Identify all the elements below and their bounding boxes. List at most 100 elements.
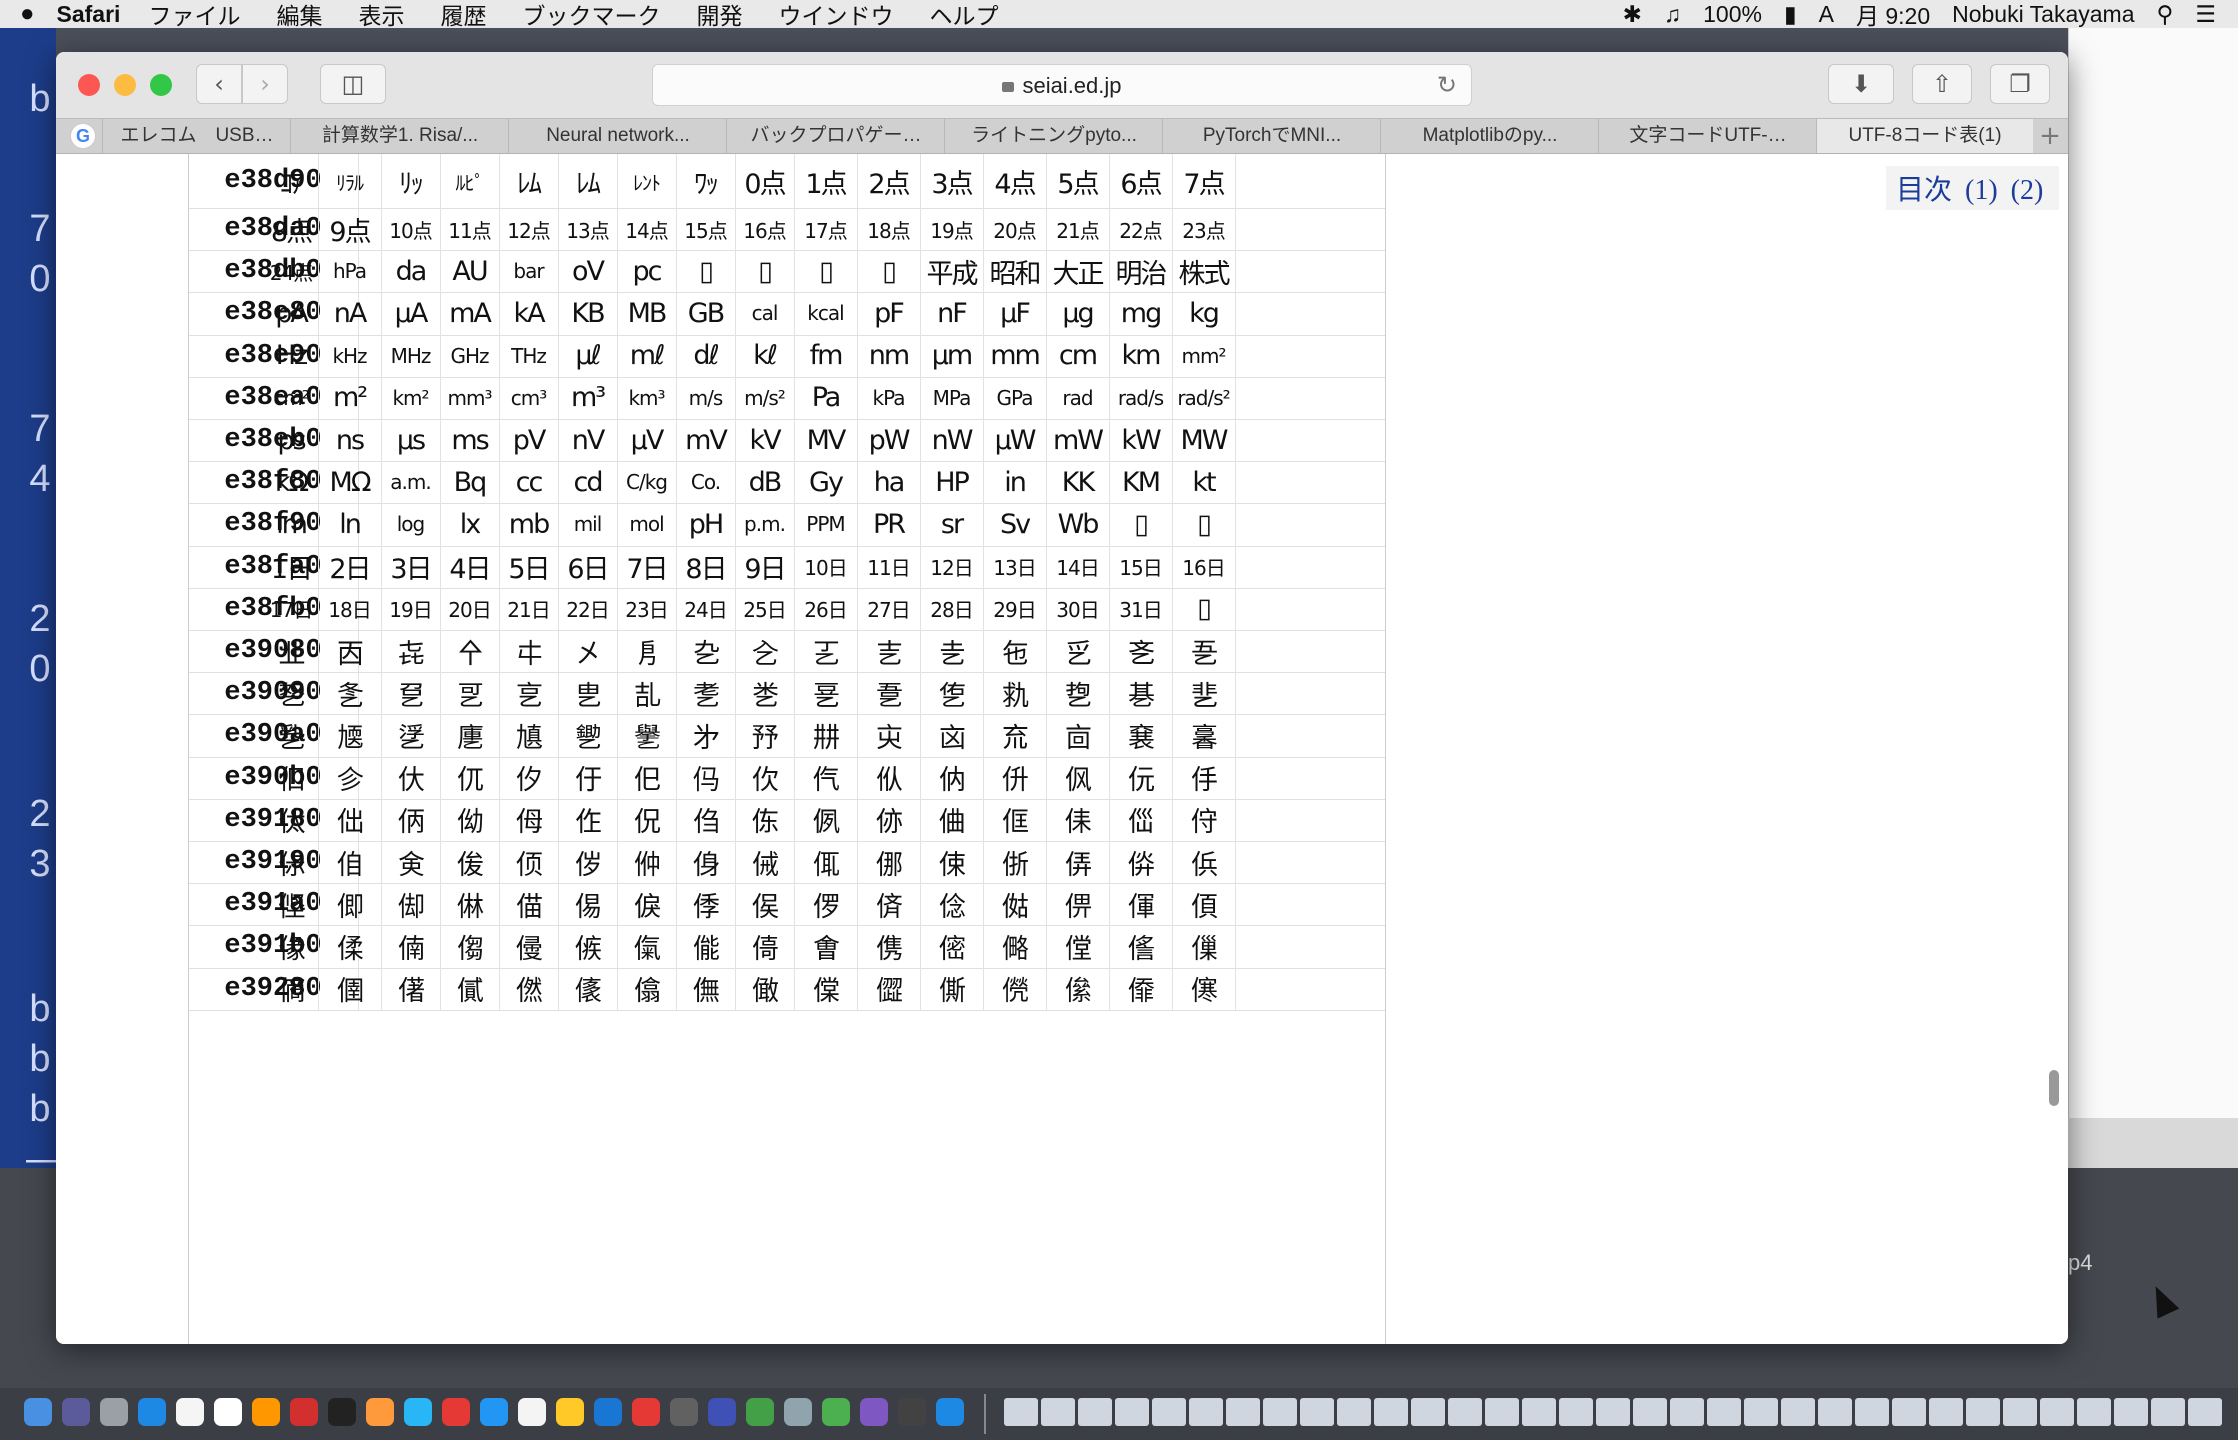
reload-icon[interactable]: ↻ [1437, 71, 1457, 99]
dock-app-icon[interactable] [860, 1398, 888, 1426]
dock-app-icon[interactable] [442, 1398, 470, 1426]
dock-app-icon[interactable] [746, 1398, 774, 1426]
apple-icon[interactable]: ● [20, 0, 35, 28]
dock-app-icon[interactable] [518, 1398, 546, 1426]
dock-app-icon[interactable] [176, 1398, 204, 1426]
dock-minimized-window[interactable] [2003, 1398, 2037, 1426]
maximize-window-button[interactable] [150, 74, 172, 96]
menu-history[interactable]: 履歴 [440, 0, 486, 31]
dock-minimized-window[interactable] [1485, 1398, 1519, 1426]
dock-app-icon[interactable] [594, 1398, 622, 1426]
tab-pytorch-mnist[interactable]: PyTorchでMNI... [1162, 119, 1381, 153]
dock-minimized-window[interactable] [1337, 1398, 1371, 1426]
dock-app-icon[interactable] [328, 1398, 356, 1426]
menu-view[interactable]: 表示 [358, 0, 404, 31]
menu-window[interactable]: ウインドウ [778, 0, 893, 31]
menu-help[interactable]: ヘルプ [929, 0, 998, 31]
dock-app-icon[interactable] [24, 1398, 52, 1426]
dock-app-icon[interactable] [100, 1398, 128, 1426]
tab-risa[interactable]: 計算数学1. Risa/... [290, 119, 509, 153]
dock-app-icon[interactable] [822, 1398, 850, 1426]
tab-matplotlib[interactable]: Matplotlibのpy... [1380, 119, 1599, 153]
dock-minimized-window[interactable] [1966, 1398, 2000, 1426]
spotlight-icon[interactable]: ⚲ [2157, 1, 2174, 28]
dock-app-icon[interactable] [632, 1398, 660, 1426]
battery-percent[interactable]: 100% [1703, 1, 1762, 28]
dock-minimized-window[interactable] [1744, 1398, 1778, 1426]
dock-minimized-window[interactable] [2114, 1398, 2148, 1426]
volume-icon[interactable]: ♫ [1664, 1, 1681, 28]
dock-minimized-window[interactable] [1300, 1398, 1334, 1426]
dock-app-icon[interactable] [556, 1398, 584, 1426]
dock-minimized-window[interactable] [1374, 1398, 1408, 1426]
dock-minimized-window[interactable] [1041, 1398, 1075, 1426]
dock-minimized-window[interactable] [1189, 1398, 1223, 1426]
dock-app-icon[interactable] [290, 1398, 318, 1426]
tab-backprop[interactable]: バックプロパゲー… [726, 119, 945, 153]
dock-app-icon[interactable] [670, 1398, 698, 1426]
forward-button[interactable]: › [242, 64, 288, 104]
close-window-button[interactable] [78, 74, 100, 96]
dock-minimized-window[interactable] [1115, 1398, 1149, 1426]
dock-minimized-window[interactable] [1781, 1398, 1815, 1426]
google-favicon-icon[interactable]: G [70, 123, 96, 149]
dock-app-icon[interactable] [404, 1398, 432, 1426]
address-bar[interactable]: seiai.ed.jp ↻ [652, 64, 1472, 106]
menu-bookmarks[interactable]: ブックマーク [522, 0, 660, 31]
dock-app-icon[interactable] [784, 1398, 812, 1426]
dock-minimized-window[interactable] [1855, 1398, 1889, 1426]
url-display[interactable]: seiai.ed.jp [653, 73, 1471, 99]
share-button[interactable]: ⇧ [1912, 64, 1972, 104]
downloads-button[interactable]: ⬇ [1828, 64, 1894, 104]
dock-app-icon[interactable] [708, 1398, 736, 1426]
dock-minimized-window[interactable] [1226, 1398, 1260, 1426]
bluetooth-icon[interactable]: ✱ [1623, 1, 1642, 28]
dock-minimized-window[interactable] [1929, 1398, 1963, 1426]
dock-minimized-window[interactable] [1707, 1398, 1741, 1426]
tab-utf-encoding[interactable]: 文字コードUTF-… [1598, 119, 1817, 153]
dock-minimized-window[interactable] [2188, 1398, 2222, 1426]
dock-minimized-window[interactable] [1818, 1398, 1852, 1426]
sidebar-toggle-button[interactable]: ◫ [320, 64, 386, 104]
dock-minimized-window[interactable] [1004, 1398, 1038, 1426]
page-scrollbar[interactable] [2049, 1070, 2059, 1106]
dock-minimized-window[interactable] [1633, 1398, 1667, 1426]
back-button[interactable]: ‹ [196, 64, 242, 104]
input-source-indicator[interactable]: A [1819, 1, 1834, 28]
app-menu[interactable]: Safari [57, 1, 121, 28]
toc-link-2[interactable]: (2) [2011, 175, 2044, 206]
dock-minimized-window[interactable] [2040, 1398, 2074, 1426]
dock-minimized-window[interactable] [1152, 1398, 1186, 1426]
dock-app-icon[interactable] [138, 1398, 166, 1426]
dock-minimized-window[interactable] [1078, 1398, 1112, 1426]
tab-elecom[interactable]: エレコム USB… [102, 119, 291, 153]
dock-app-icon[interactable] [366, 1398, 394, 1426]
background-scrollbar[interactable] [2068, 1118, 2238, 1168]
dock-minimized-window[interactable] [1411, 1398, 1445, 1426]
dock-minimized-window[interactable] [1670, 1398, 1704, 1426]
dock-app-icon[interactable] [252, 1398, 280, 1426]
dock-app-icon[interactable] [214, 1398, 242, 1426]
dock-minimized-window[interactable] [1559, 1398, 1593, 1426]
menu-develop[interactable]: 開発 [696, 0, 742, 31]
dock-app-icon[interactable] [898, 1398, 926, 1426]
desktop-file-label[interactable]: p4 [2068, 1250, 2092, 1276]
notification-center-icon[interactable]: ☰ [2195, 1, 2216, 28]
dock-minimized-window[interactable] [1596, 1398, 1630, 1426]
user-name[interactable]: Nobuki Takayama [1952, 1, 2134, 28]
dock-app-icon[interactable] [936, 1398, 964, 1426]
dock-minimized-window[interactable] [2151, 1398, 2185, 1426]
menu-file[interactable]: ファイル [148, 0, 240, 31]
show-tabs-button[interactable]: ❐ [1990, 64, 2050, 104]
dock-minimized-window[interactable] [1448, 1398, 1482, 1426]
tab-neural-network[interactable]: Neural network... [508, 119, 727, 153]
menu-clock[interactable]: 月 9:20 [1856, 0, 1930, 31]
tab-utf8-table[interactable]: UTF-8コード表(1) [1816, 119, 2033, 153]
tab-lightning[interactable]: ライトニングpyto... [944, 119, 1163, 153]
dock-app-icon[interactable] [62, 1398, 90, 1426]
menu-edit[interactable]: 編集 [276, 0, 322, 31]
dock-minimized-window[interactable] [1263, 1398, 1297, 1426]
toc-link-1[interactable]: (1) [1965, 175, 1998, 206]
new-tab-button[interactable]: + [2032, 119, 2068, 153]
dock-minimized-window[interactable] [1522, 1398, 1556, 1426]
